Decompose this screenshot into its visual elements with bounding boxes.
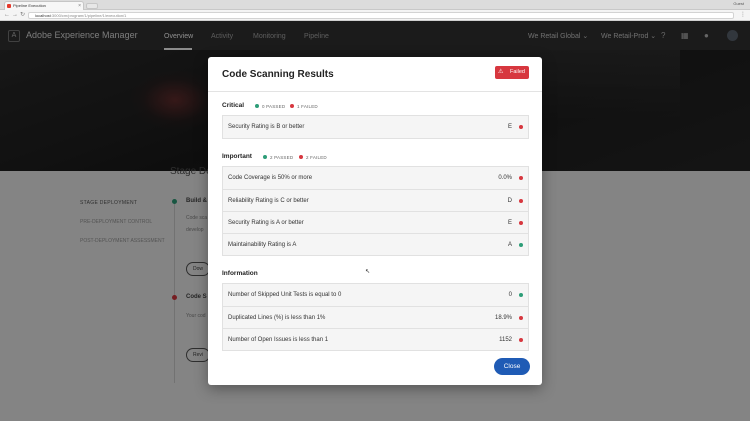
pass-dot-icon [255,104,259,108]
important-failed-text: 2 FAILED [306,155,327,160]
information-table: Number of Skipped Unit Tests is equal to… [222,283,529,351]
section-title-information: Information [222,270,258,277]
critical-failed-count: 1 FAILED [290,104,318,109]
table-row: Reliability Rating is C or better D [223,189,528,211]
fail-dot-icon [299,155,303,159]
critical-passed-count: 0 PASSED [255,104,285,109]
fail-dot-icon [519,176,523,180]
browser-tab[interactable]: Pipeline Execution × [4,1,84,10]
forward-icon[interactable]: → [12,12,18,18]
fail-dot-icon [519,125,523,129]
important-passed-count: 2 PASSED [263,155,293,160]
important-table: Code Coverage is 50% or more 0.0% Reliab… [222,166,529,256]
metric-value: 18.9% [494,315,512,321]
metric-value: A [507,242,512,248]
critical-failed-text: 1 FAILED [297,104,318,109]
metric-value: E [507,124,512,130]
metric-label: Number of Open Issues is less than 1 [228,337,329,343]
table-row: Number of Open Issues is less than 1 115… [223,328,528,350]
section-title-critical: Critical [222,102,245,109]
address-bar-row: ← → ↻ localhost:3000/cm/program/1/pipeli… [0,10,750,21]
table-row: Maintainability Rating is A A [223,233,528,255]
critical-table: Security Rating is B or better E [222,115,529,139]
url-path: :3000/cm/program/1/pipeline/1/execution/… [50,13,127,18]
fail-dot-icon [519,316,523,320]
fail-dot-icon [519,338,523,342]
metric-value: E [507,220,512,226]
metric-value: 0.0% [498,175,512,181]
metric-label: Maintainability Rating is A [228,242,297,248]
table-row: Number of Skipped Unit Tests is equal to… [223,284,528,306]
table-row: Security Rating is B or better E [223,116,528,138]
mouse-cursor-icon: ↖ [365,269,371,275]
metric-label: Number of Skipped Unit Tests is equal to… [228,292,342,298]
important-failed-count: 2 FAILED [299,155,327,160]
reload-icon[interactable]: ↻ [20,12,25,18]
browser-menu-icon[interactable]: ⋮ [740,12,746,18]
dialog-title: Code Scanning Results [222,69,334,80]
fail-dot-icon [519,221,523,225]
close-button[interactable]: Close [494,358,530,375]
code-scanning-dialog: Code Scanning Results ⚠ Failed Critical … [208,57,542,385]
favicon-icon [7,4,11,8]
metric-label: Reliability Rating is C or better [228,198,309,204]
table-row: Duplicated Lines (%) is less than 1% 18.… [223,306,528,328]
warning-icon: ⚠ [498,69,504,75]
metric-label: Security Rating is B or better [228,124,305,130]
browser-user[interactable]: Guest [733,1,744,6]
browser-tab-strip: Pipeline Execution × Guest [0,0,750,10]
new-tab-button[interactable] [86,3,98,9]
back-icon[interactable]: ← [4,12,10,18]
metric-value: 1152 [499,337,512,343]
pass-dot-icon [263,155,267,159]
metric-label: Duplicated Lines (%) is less than 1% [228,315,326,321]
metric-value: 0 [508,292,512,298]
table-row: Security Rating is A or better E [223,211,528,233]
tab-title: Pipeline Execution [13,3,46,8]
dialog-divider [208,91,542,92]
critical-passed-text: 0 PASSED [262,104,286,109]
tab-close-icon[interactable]: × [78,2,81,10]
section-title-important: Important [222,153,252,160]
metric-value: D [507,198,512,204]
metric-label: Security Rating is A or better [228,220,304,226]
url-host: localhost [35,13,51,18]
pass-dot-icon [519,243,523,247]
important-passed-text: 2 PASSED [270,155,294,160]
fail-dot-icon [519,199,523,203]
status-badge-label: Failed [510,69,525,75]
fail-dot-icon [290,104,294,108]
status-badge: ⚠ Failed [495,66,529,79]
url-input[interactable]: localhost:3000/cm/program/1/pipeline/1/e… [28,12,734,19]
table-row: Code Coverage is 50% or more 0.0% [223,167,528,189]
metric-label: Code Coverage is 50% or more [228,175,313,181]
pass-dot-icon [519,293,523,297]
